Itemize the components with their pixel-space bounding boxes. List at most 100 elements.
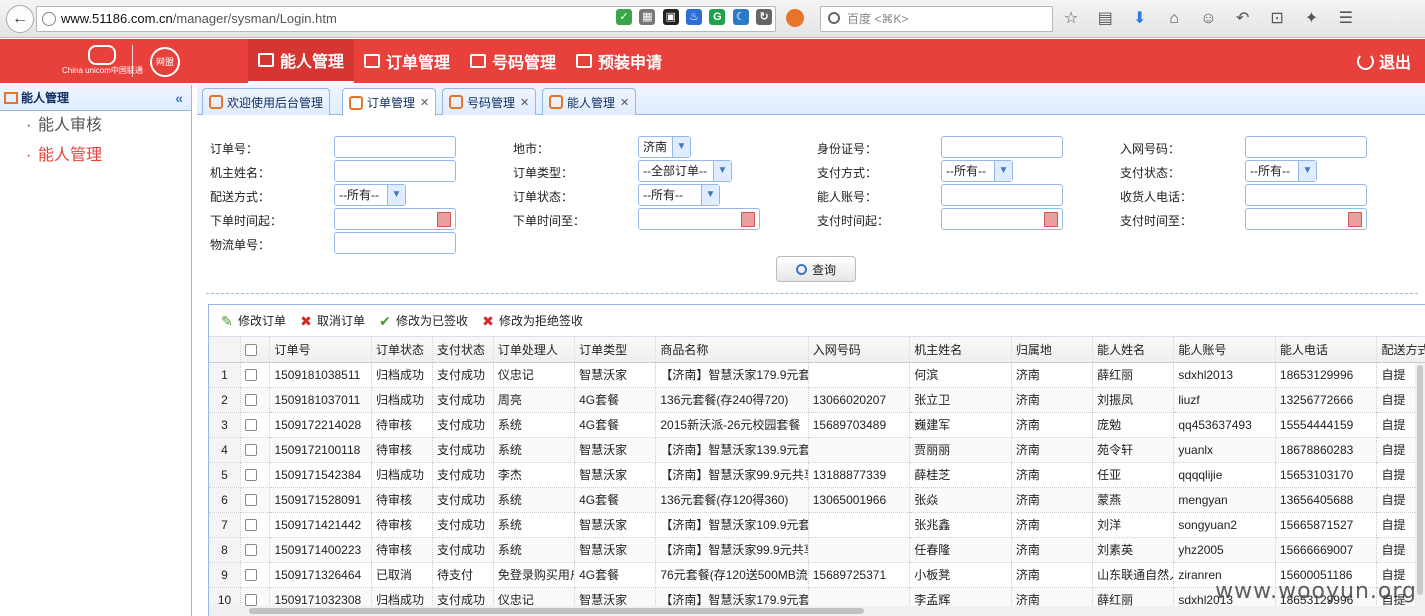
id-card-input[interactable] xyxy=(941,136,1063,158)
crop-icon[interactable]: ⊡ xyxy=(1266,8,1288,30)
close-icon[interactable]: ✕ xyxy=(620,96,629,109)
tab-talent-management[interactable]: 能人管理 ✕ xyxy=(542,88,637,115)
mark-signed-button[interactable]: ✔ 修改为已签收 xyxy=(377,312,468,329)
table-row[interactable]: 1 1509181038511 归档成功 支付成功 仪忠记 智慧沃家 【济南】智慧沃家179… xyxy=(209,362,1425,388)
pay-status-select[interactable]: --所有-- ▼ xyxy=(1245,160,1317,182)
column-header[interactable]: 机主姓名 xyxy=(909,337,1012,363)
receiver-phone-input[interactable] xyxy=(1245,184,1367,206)
column-header[interactable]: 能人账号 xyxy=(1173,337,1276,363)
table-row[interactable]: 3 1509172214028 待审核 支付成功 系统 4G套餐 2015新沃派-26元校园… xyxy=(209,412,1425,438)
adblock-icon[interactable] xyxy=(786,9,804,27)
tab-welcome[interactable]: 欢迎使用后台管理 xyxy=(202,88,331,115)
scroll-thumb[interactable] xyxy=(1417,365,1423,595)
cancel-order-label: 取消订单 xyxy=(317,314,366,328)
nav-talent-management[interactable]: 能人管理 xyxy=(248,39,355,83)
sidebar-item-talent-review[interactable]: 能人审核 xyxy=(0,111,191,141)
order-status-select[interactable]: --所有-- ▼ xyxy=(638,184,720,206)
row-checkbox[interactable] xyxy=(244,494,257,507)
mark-rejected-button[interactable]: ✖ 修改为拒绝签收 xyxy=(480,312,583,329)
download-icon[interactable]: ⬇ xyxy=(1129,8,1151,30)
reading-list-icon[interactable]: ▤ xyxy=(1094,8,1116,30)
order-to-date-input[interactable] xyxy=(638,208,760,230)
city-select[interactable]: 济南 ▼ xyxy=(638,136,691,158)
home-icon[interactable]: ⌂ xyxy=(1163,8,1185,30)
column-header[interactable]: 入网号码 xyxy=(808,337,911,363)
table-row[interactable]: 5 1509171542384 归档成功 支付成功 李杰 智慧沃家 【济南】智慧沃家99.9… xyxy=(209,462,1425,488)
close-icon[interactable]: ✕ xyxy=(420,96,429,109)
tab-order-management[interactable]: 订单管理 ✕ xyxy=(342,88,437,116)
vertical-scrollbar[interactable] xyxy=(1415,363,1425,607)
sidebar-item-talent-management[interactable]: 能人管理 xyxy=(0,141,191,171)
logout-button[interactable]: 退出 xyxy=(1356,39,1411,83)
java-icon[interactable]: ♨ xyxy=(686,9,703,25)
order-from-date-input[interactable] xyxy=(334,208,456,230)
row-checkbox[interactable] xyxy=(244,594,257,607)
row-checkbox[interactable] xyxy=(244,394,257,407)
pay-to-date-input[interactable] xyxy=(1245,208,1367,230)
net-number-input[interactable] xyxy=(1245,136,1367,158)
column-header[interactable]: 能人电话 xyxy=(1275,337,1378,363)
pay-from-date-input[interactable] xyxy=(941,208,1063,230)
shield-icon[interactable]: ✓ xyxy=(616,9,632,25)
qr-code-icon[interactable]: ▦ xyxy=(639,9,656,25)
table-cell: 刘振凤 xyxy=(1092,387,1175,413)
column-header[interactable]: 订单状态 xyxy=(371,337,433,363)
sidebar-item-label: 能人审核 xyxy=(38,117,103,134)
column-header[interactable]: 能人姓名 xyxy=(1092,337,1175,363)
menu-icon[interactable]: ☰ xyxy=(1335,8,1357,30)
row-checkbox[interactable] xyxy=(244,419,257,432)
chevron-down-icon: ▼ xyxy=(672,137,690,157)
table-row[interactable]: 6 1509171528091 待审核 支付成功 系统 4G套餐 136元套餐(存120得3… xyxy=(209,487,1425,513)
logistics-no-input[interactable] xyxy=(334,232,456,254)
column-header[interactable]: 商品名称 xyxy=(655,337,809,363)
table-cell: 【济南】智慧沃家179.9元套 xyxy=(655,362,809,388)
table-row[interactable]: 4 1509172100118 待审核 支付成功 系统 智慧沃家 【济南】智慧沃家139.9… xyxy=(209,437,1425,463)
extension-icon[interactable]: ✦ xyxy=(1300,8,1322,30)
table-row[interactable]: 2 1509181037011 归档成功 支付成功 周亮 4G套餐 136元套餐(存240得… xyxy=(209,387,1425,413)
nav-order-management[interactable]: 订单管理 xyxy=(354,39,460,83)
nav-preinstall-request[interactable]: 预装申请 xyxy=(566,39,672,83)
column-header[interactable]: 配送方式 xyxy=(1376,337,1425,363)
table-cell: 136元套餐(存120得360) xyxy=(655,487,809,513)
row-checkbox[interactable] xyxy=(244,469,257,482)
close-icon[interactable]: ✕ xyxy=(520,96,529,109)
talent-account-input[interactable] xyxy=(941,184,1063,206)
column-header[interactable]: 订单处理人 xyxy=(493,337,576,363)
column-header[interactable]: 订单号 xyxy=(269,337,372,363)
order-no-input[interactable] xyxy=(334,136,456,158)
tab-number-management[interactable]: 号码管理 ✕ xyxy=(442,88,537,115)
select-all-checkbox[interactable] xyxy=(244,344,257,357)
table-cell: 何滨 xyxy=(909,362,1012,388)
horizontal-scrollbar[interactable] xyxy=(209,606,1425,616)
back-button[interactable]: ← xyxy=(6,5,34,33)
g-icon[interactable]: G xyxy=(709,9,726,25)
edit-order-button[interactable]: ✎ 修改订单 xyxy=(219,312,286,329)
row-checkbox[interactable] xyxy=(244,444,257,457)
table-row[interactable]: 8 1509171400223 待审核 支付成功 系统 智慧沃家 【济南】智慧沃家99.9元… xyxy=(209,537,1425,563)
query-button[interactable]: 查询 xyxy=(776,256,856,282)
column-header[interactable]: 归属地 xyxy=(1011,337,1094,363)
row-checkbox[interactable] xyxy=(244,369,257,382)
star-icon[interactable]: ☆ xyxy=(1060,8,1082,30)
owner-name-input[interactable] xyxy=(334,160,456,182)
scroll-thumb[interactable] xyxy=(249,608,864,614)
pay-method-select[interactable]: --所有-- ▼ xyxy=(941,160,1013,182)
row-checkbox[interactable] xyxy=(244,569,257,582)
search-input[interactable]: 百度 <⌘K> xyxy=(820,6,1053,32)
column-header[interactable]: 支付状态 xyxy=(432,337,494,363)
collapse-icon[interactable]: « xyxy=(175,90,183,106)
column-header[interactable]: 订单类型 xyxy=(574,337,657,363)
undo-icon[interactable]: ↶ xyxy=(1232,8,1254,30)
table-cell: 庞勉 xyxy=(1092,412,1175,438)
chat-icon[interactable]: ☺ xyxy=(1197,8,1219,30)
moon-icon[interactable]: ☾ xyxy=(732,9,749,25)
image-icon[interactable]: ▣ xyxy=(662,9,679,25)
delivery-select[interactable]: --所有-- ▼ xyxy=(334,184,406,206)
nav-number-management[interactable]: 号码管理 xyxy=(460,39,566,83)
cancel-order-button[interactable]: ✖ 取消订单 xyxy=(298,312,365,329)
reload-icon[interactable]: ↻ xyxy=(756,9,773,25)
row-checkbox[interactable] xyxy=(244,519,257,532)
row-checkbox[interactable] xyxy=(244,544,257,557)
order-type-select[interactable]: --全部订单-- ▼ xyxy=(638,160,732,182)
table-row[interactable]: 7 1509171421442 待审核 支付成功 系统 智慧沃家 【济南】智慧沃家109.9… xyxy=(209,512,1425,538)
